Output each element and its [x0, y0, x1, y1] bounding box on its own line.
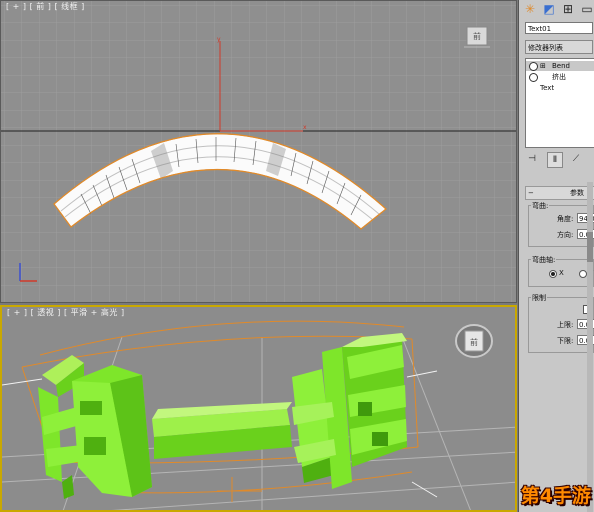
make-unique-icon[interactable]: ⟋	[569, 152, 583, 166]
bend-group	[528, 205, 594, 247]
params-rollout-header[interactable]: − 参数	[525, 186, 594, 200]
stack-item-extrude[interactable]: 挤出	[526, 72, 594, 82]
stack-item-bend[interactable]: ⊞ Bend	[526, 61, 594, 71]
modifier-stack: ⊞ Bend 挤出 Text	[525, 58, 594, 148]
display-icon[interactable]: ▭	[579, 1, 594, 17]
bend-axis-label: 弯曲轴:	[531, 255, 557, 265]
lower-limit-label: 下限:	[557, 337, 574, 345]
command-panel: ✳ ◩ ⊞ ▭ Text01 修改器列表 ⊞ Bend 挤出 Text ⊣ Ⅱ …	[518, 0, 594, 512]
stack-item-text[interactable]: Text	[526, 83, 594, 93]
svg-text:前: 前	[470, 337, 478, 347]
viewcube-icon: 前	[455, 324, 493, 358]
modify-icon[interactable]: ◩	[541, 1, 557, 17]
limits-label: 限制	[531, 293, 547, 303]
front-viewport-canvas: y x	[1, 1, 516, 302]
expand-icon[interactable]: ⊞	[540, 61, 546, 71]
angle-label: 角度:	[557, 215, 574, 223]
pin-icon[interactable]: ⊣	[525, 152, 539, 166]
perspective-viewport-canvas	[2, 320, 515, 510]
hierarchy-icon[interactable]: ⊞	[560, 1, 576, 17]
perspective-viewport[interactable]: [ + ] [ 透视 ] [ 平滑 + 高光 ] 前	[0, 305, 517, 512]
collapse-icon: −	[528, 189, 534, 197]
scrollbar-thumb[interactable]	[587, 232, 593, 262]
modifier-list-dropdown[interactable]: 修改器列表	[525, 40, 593, 54]
front-viewport-label[interactable]: [ + ] [ 前 ] [ 线框 ]	[6, 1, 85, 12]
direction-label: 方向:	[557, 231, 574, 239]
viewcube[interactable]: 前	[464, 25, 490, 49]
watermark-logo: 第4手游	[520, 485, 591, 507]
panel-scrollbar[interactable]	[587, 182, 593, 512]
front-viewport[interactable]: y x [ + ] [ 前 ] [ 线框 ] 前	[0, 0, 517, 303]
lightbulb-icon[interactable]	[529, 62, 538, 71]
show-end-result-icon[interactable]: Ⅱ	[547, 152, 563, 168]
viewcube-icon: 前	[464, 26, 490, 48]
object-name-field[interactable]: Text01	[525, 22, 593, 34]
svg-text:x: x	[303, 124, 307, 131]
svg-text:y: y	[217, 36, 221, 43]
axis-x-label: X	[559, 269, 564, 277]
command-panel-tabs: ✳ ◩ ⊞ ▭	[519, 0, 594, 18]
stack-buttons: ⊣ Ⅱ ⟋	[525, 152, 593, 168]
lightbulb-icon[interactable]	[529, 73, 538, 82]
perspective-viewport-label[interactable]: [ + ] [ 透视 ] [ 平滑 + 高光 ]	[7, 307, 125, 318]
svg-text:前: 前	[473, 31, 481, 41]
axis-x-radio[interactable]	[549, 270, 557, 278]
sun-icon[interactable]: ✳	[522, 1, 538, 17]
axis-y-radio[interactable]	[579, 270, 587, 278]
upper-limit-label: 上限:	[557, 321, 574, 329]
bent-text-3d[interactable]	[2, 320, 438, 502]
perspective-viewcube[interactable]: 前	[454, 321, 494, 361]
bend-group-label: 弯曲:	[531, 201, 550, 211]
